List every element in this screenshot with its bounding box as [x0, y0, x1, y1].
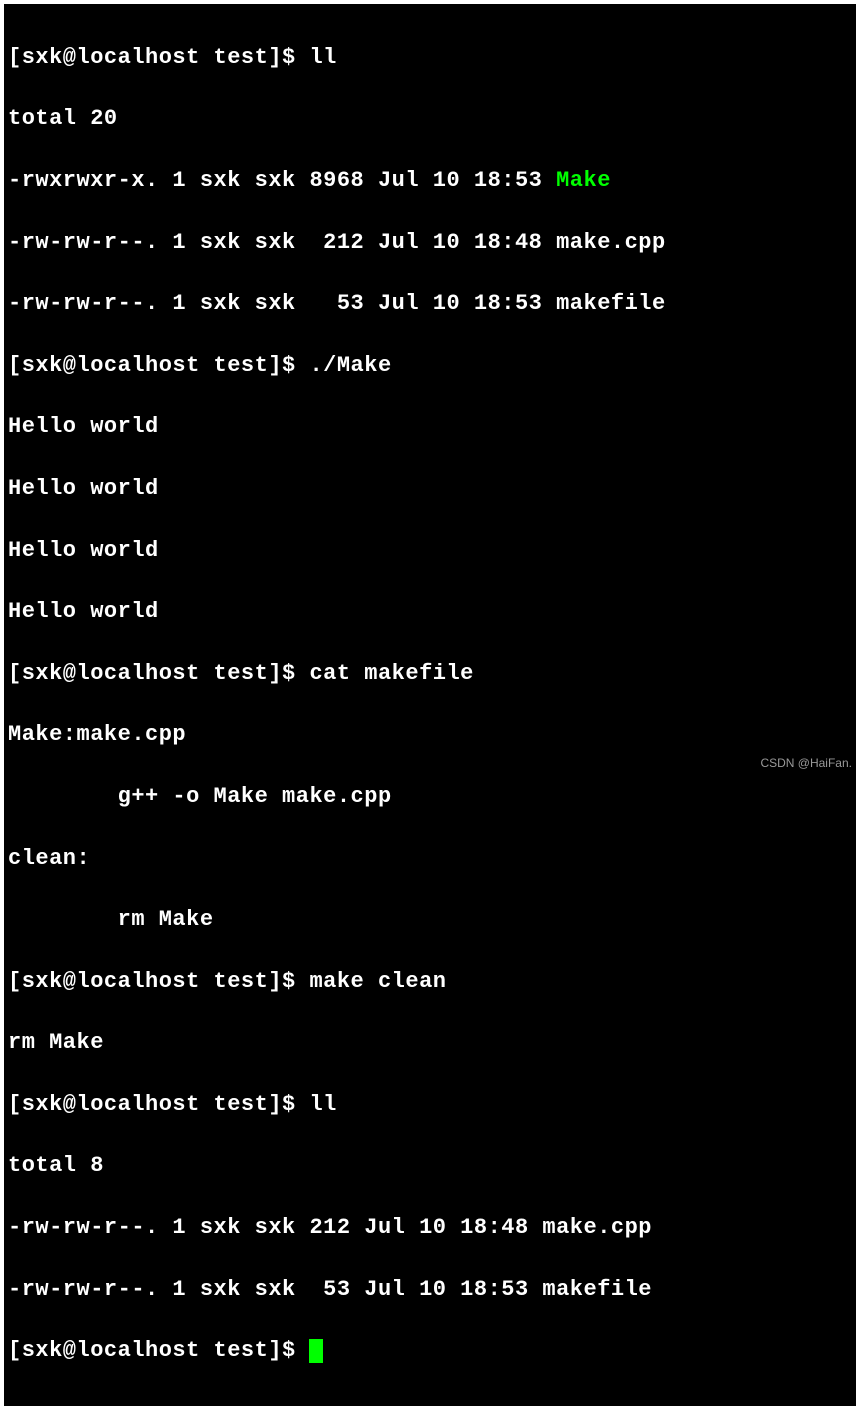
ls-details: -rwxrwxr-x. 1 sxk sxk 8968 Jul 10 18:53	[8, 168, 556, 193]
command-text: ll	[309, 1092, 336, 1117]
output-line: Hello world	[8, 536, 852, 567]
command-text: cat makefile	[309, 661, 473, 686]
ls-row: -rw-rw-r--. 1 sxk sxk 53 Jul 10 18:53 ma…	[8, 1275, 852, 1306]
file-content-line: Make:make.cpp	[8, 720, 852, 751]
cursor-icon[interactable]	[309, 1339, 323, 1363]
ls-row: -rw-rw-r--. 1 sxk sxk 212 Jul 10 18:48 m…	[8, 228, 852, 259]
shell-prompt: [sxk@localhost test]$	[8, 353, 309, 378]
output-line: Hello world	[8, 412, 852, 443]
shell-prompt: [sxk@localhost test]$	[8, 45, 309, 70]
terminal-line: [sxk@localhost test]$ make clean	[8, 967, 852, 998]
output-line: rm Make	[8, 1028, 852, 1059]
terminal-line: [sxk@localhost test]$ cat makefile	[8, 659, 852, 690]
ls-row: -rwxrwxr-x. 1 sxk sxk 8968 Jul 10 18:53 …	[8, 166, 852, 197]
command-text: ./Make	[309, 353, 391, 378]
executable-name: Make	[556, 168, 611, 193]
watermark-text: CSDN @HaiFan.	[760, 756, 852, 770]
ls-row: -rw-rw-r--. 1 sxk sxk 53 Jul 10 18:53 ma…	[8, 289, 852, 320]
shell-prompt: [sxk@localhost test]$	[8, 969, 309, 994]
terminal-line: [sxk@localhost test]$ ./Make	[8, 351, 852, 382]
shell-prompt: [sxk@localhost test]$	[8, 1092, 309, 1117]
command-text: ll	[309, 45, 336, 70]
ls-row: -rw-rw-r--. 1 sxk sxk 212 Jul 10 18:48 m…	[8, 1213, 852, 1244]
file-content-line: rm Make	[8, 905, 852, 936]
output-line: Hello world	[8, 597, 852, 628]
terminal-window[interactable]: [sxk@localhost test]$ ll total 20 -rwxrw…	[4, 4, 856, 1406]
file-content-line: clean:	[8, 844, 852, 875]
shell-prompt: [sxk@localhost test]$	[8, 1338, 309, 1363]
file-content-line: g++ -o Make make.cpp	[8, 782, 852, 813]
terminal-line: [sxk@localhost test]$ ll	[8, 1090, 852, 1121]
terminal-line: [sxk@localhost test]$ ll	[8, 43, 852, 74]
shell-prompt: [sxk@localhost test]$	[8, 661, 309, 686]
output-line: total 8	[8, 1151, 852, 1182]
terminal-line: [sxk@localhost test]$	[8, 1336, 852, 1367]
output-line: Hello world	[8, 474, 852, 505]
command-text: make clean	[309, 969, 446, 994]
output-line: total 20	[8, 104, 852, 135]
